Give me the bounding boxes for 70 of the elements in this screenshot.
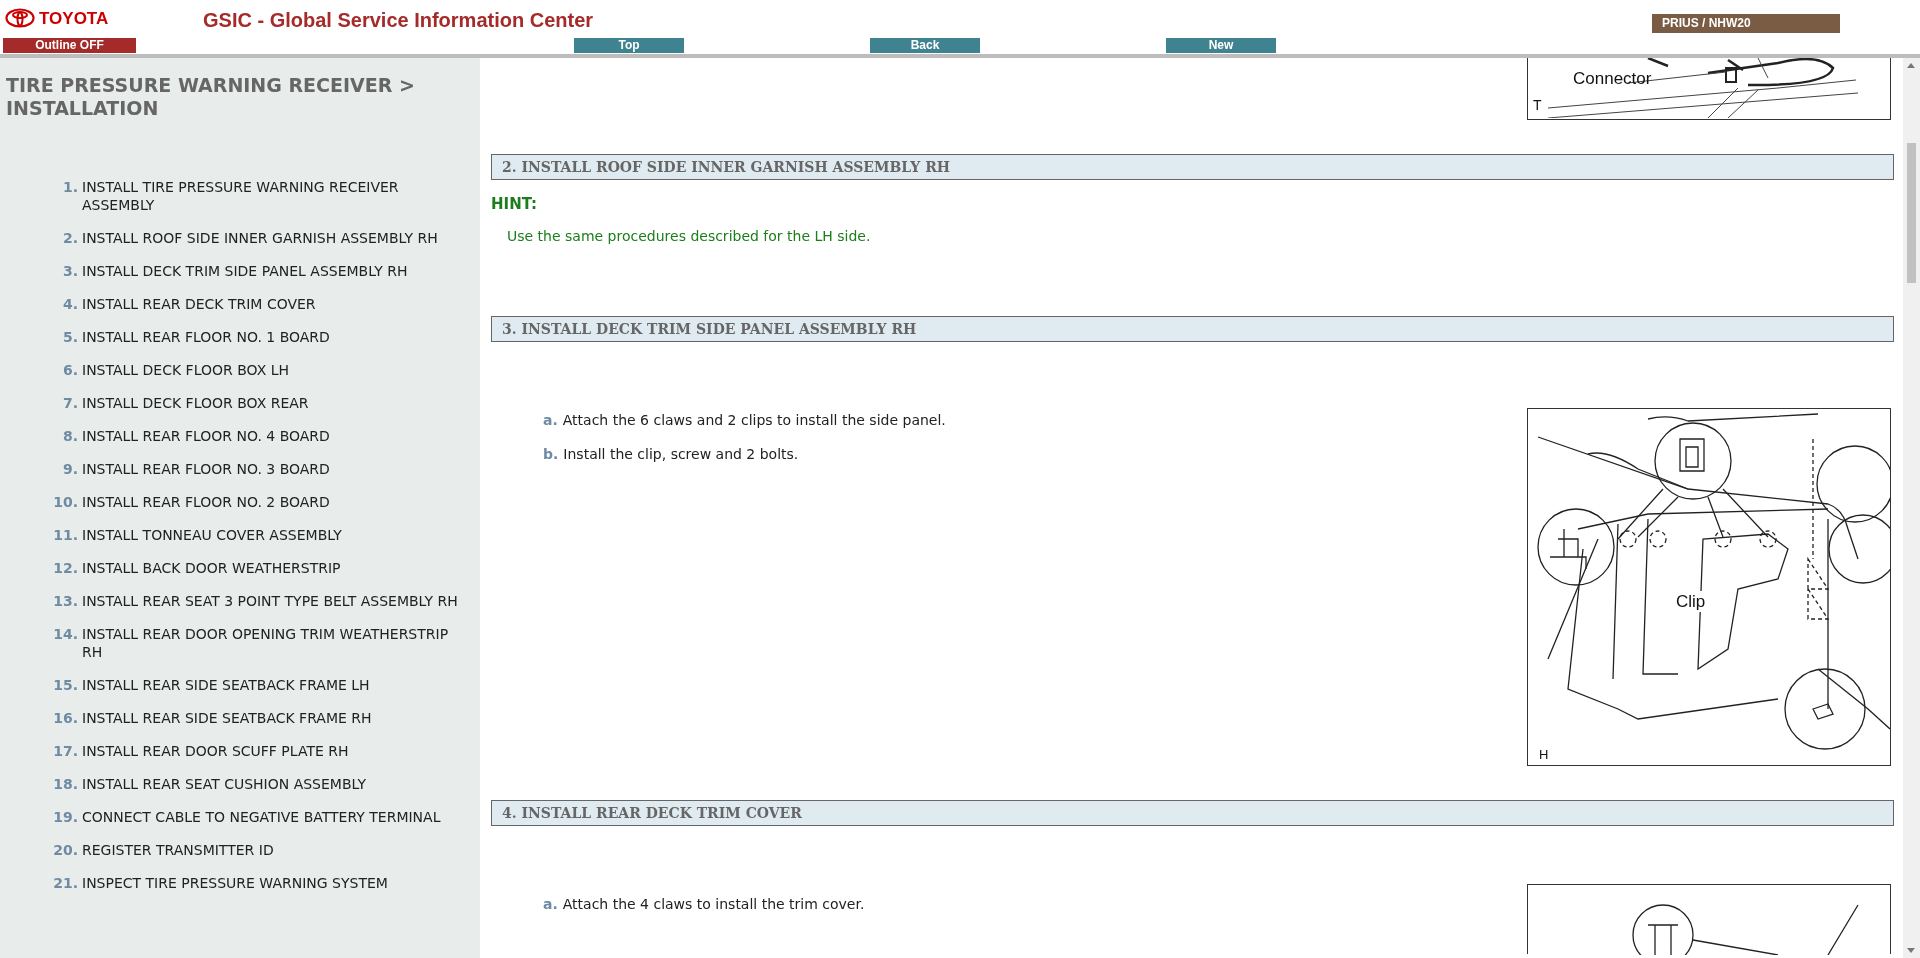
section-heading: 2. INSTALL ROOF SIDE INNER GARNISH ASSEMBLY RH [491,154,1894,180]
section-heading: 3. INSTALL DECK TRIM SIDE PANEL ASSEMBLY RH [491,316,1894,342]
scrollbar-thumb[interactable] [1907,143,1916,283]
outline-link[interactable]: INSTALL REAR DOOR OPENING TRIM WEATHERSTRIP RH [82,625,467,661]
outline-link[interactable]: INSTALL REAR SIDE SEATBACK FRAME RH [82,709,467,727]
outline-link[interactable]: INSTALL REAR FLOOR NO. 1 BOARD [82,328,467,346]
brand-logo-text: TOYOTA [39,9,109,27]
scroll-up-arrow-icon[interactable] [1907,62,1915,68]
outline-link[interactable]: INSTALL TIRE PRESSURE WARNING RECEIVER ASSEMBLY [82,178,467,214]
step-number: 8. [61,427,79,445]
hint-label: HINT: [491,194,539,214]
section-heading: 4. INSTALL REAR DECK TRIM COVER [491,800,1894,826]
step-number: 16. [52,709,79,727]
step-letter: a. [543,411,558,430]
step-number: 19. [52,808,79,826]
step-number: 1. [61,178,79,197]
step-letter: b. [543,445,559,464]
outline-link[interactable]: CONNECT CABLE TO NEGATIVE BATTERY TERMINAL [82,808,467,826]
figure-label: Clip [1674,591,1708,612]
outline-link[interactable]: INSTALL REAR SEAT 3 POINT TYPE BELT ASSEMBLY RH [82,592,467,610]
step-number: 9. [61,460,79,478]
outline-link[interactable]: INSTALL REAR FLOOR NO. 2 BOARD [82,493,467,511]
nav-button[interactable]: New [1166,38,1276,53]
step-number: 12. [52,559,79,577]
step-number: 21. [52,874,79,892]
outline-link[interactable]: INSTALL DECK TRIM SIDE PANEL ASSEMBLY RH [82,262,467,280]
scrollbar[interactable] [1903,58,1920,958]
step-number: 10. [52,493,79,511]
outline-link[interactable]: REGISTER TRANSMITTER ID [82,841,467,859]
step-number: 6. [61,361,79,379]
step-number: 17. [52,742,79,760]
outline-link[interactable]: INSTALL DECK FLOOR BOX REAR [82,394,467,412]
app-title: GSIC - Global Service Information Center [203,8,594,32]
outline-link[interactable]: INSTALL REAR DOOR SCUFF PLATE RH [82,742,467,760]
outline-link[interactable]: INSTALL TONNEAU COVER ASSEMBLY [82,526,467,544]
nav-button[interactable]: Top [574,38,684,53]
scroll-down-arrow-icon[interactable] [1907,948,1915,954]
step-number: 13. [52,592,79,610]
step-number: 11. [52,526,79,544]
step-number: 14. [52,625,79,644]
step-number: 15. [52,676,79,694]
figure-label: T [1533,98,1542,112]
step-text: Install the clip, screw and 2 bolts. [563,445,799,464]
outline-toggle-button[interactable]: Outline OFF [3,38,136,53]
figure-label: H [1539,748,1549,761]
outline-link[interactable]: INSTALL REAR SEAT CUSHION ASSEMBLY [82,775,467,793]
nav-button[interactable]: Back [870,38,980,53]
logo-icon [5,8,35,28]
outline-link[interactable]: INSPECT TIRE PRESSURE WARNING SYSTEM [82,874,467,892]
vehicle-model-label: PRIUS / NHW20 [1652,14,1840,33]
step-number: 2. [61,229,79,247]
step-letter: a. [543,895,558,914]
outline-link[interactable]: INSTALL REAR FLOOR NO. 3 BOARD [82,460,467,478]
figure-label: Connector [1573,70,1652,87]
step-number: 5. [61,328,79,346]
hint-text: Use the same procedures described for the LH side. [507,227,871,246]
step-text: Attach the 4 claws to install the trim cover. [562,895,865,914]
step-text: Attach the 6 claws and 2 clips to install the side panel. [562,411,946,430]
step-number: 7. [61,394,79,412]
outline-link[interactable]: INSTALL ROOF SIDE INNER GARNISH ASSEMBLY RH [82,229,467,247]
step-number: 20. [52,841,79,859]
outline-link[interactable]: INSTALL DECK FLOOR BOX LH [82,361,467,379]
outline-link[interactable]: INSTALL BACK DOOR WEATHERSTRIP [82,559,467,577]
step-number: 18. [52,775,79,793]
outline-link[interactable]: INSTALL REAR FLOOR NO. 4 BOARD [82,427,467,445]
sidebar-title: TIRE PRESSURE WARNING RECEIVER > INSTALLATION [5,74,416,120]
step-number: 3. [61,262,79,280]
outline-link[interactable]: INSTALL REAR SIDE SEATBACK FRAME LH [82,676,467,694]
step-number: 4. [61,295,79,313]
outline-link[interactable]: INSTALL REAR DECK TRIM COVER [82,295,467,313]
